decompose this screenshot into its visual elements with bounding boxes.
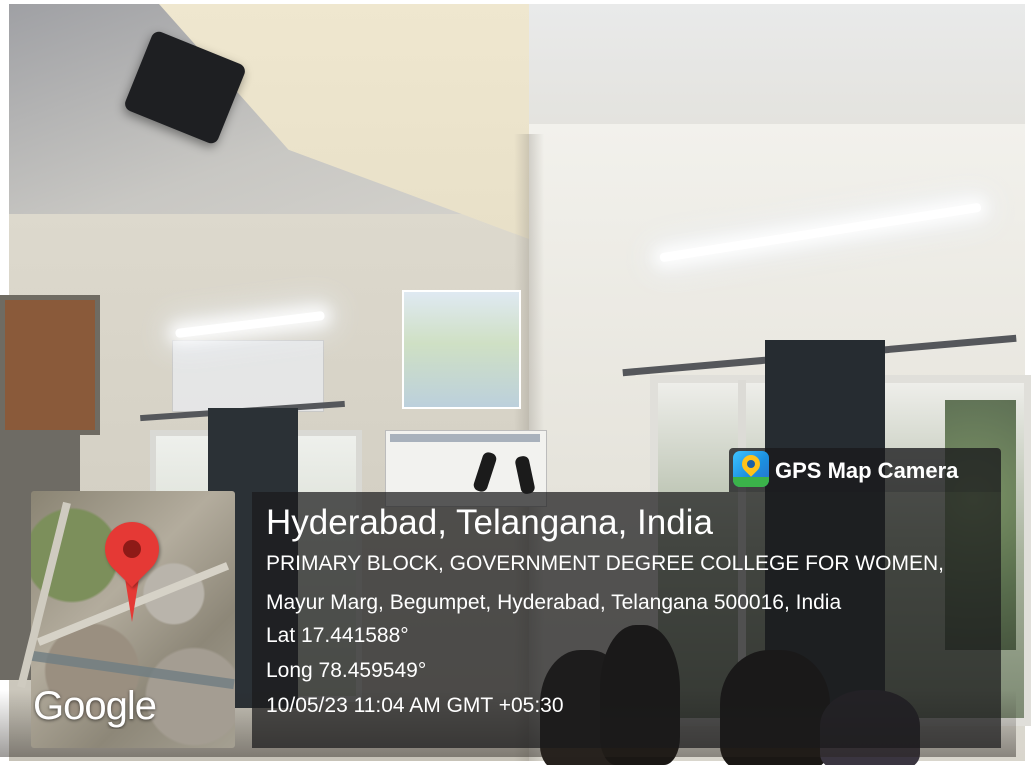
- wall-poster-chart-header: [390, 434, 540, 442]
- gps-map-camera-app-icon: [733, 451, 769, 487]
- map-pin-center: [123, 540, 141, 558]
- latitude-text: Lat 17.441588°: [266, 624, 409, 647]
- gps-app-label: GPS Map Camera: [775, 458, 959, 483]
- address-line-2: Mayur Marg, Begumpet, Hyderabad, Telanga…: [266, 591, 842, 614]
- map-google-watermark: Google: [33, 684, 157, 728]
- photo-stage: GPS Map Camera Google Hyderabad, Telanga…: [0, 0, 1031, 765]
- longitude-text: Long 78.459549°: [266, 659, 427, 682]
- ceiling-right: [529, 4, 1025, 139]
- wall-poster-drawing: [402, 290, 521, 409]
- notice-board: [0, 295, 100, 435]
- address-line-1: PRIMARY BLOCK, GOVERNMENT DEGREE COLLEGE…: [266, 552, 944, 575]
- location-title: Hyderabad, Telangana, India: [266, 503, 713, 542]
- timestamp-text: 10/05/23 11:04 AM GMT +05:30: [266, 694, 564, 717]
- wall-poster-left: [172, 340, 324, 412]
